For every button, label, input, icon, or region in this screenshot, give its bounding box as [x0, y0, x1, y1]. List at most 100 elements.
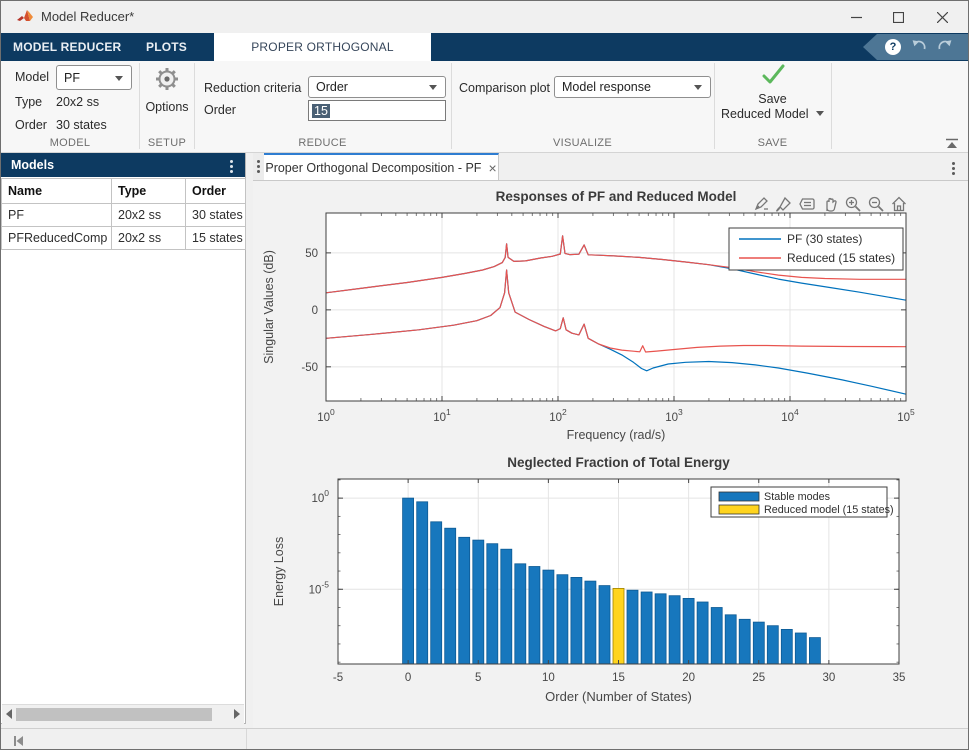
doc-menu-icon[interactable]: [952, 162, 955, 175]
close-button[interactable]: [926, 6, 958, 28]
order-input[interactable]: 15: [308, 100, 446, 121]
title-bar: Model Reducer*: [1, 1, 968, 33]
cell-order: 30 states: [186, 204, 246, 227]
svg-text:Frequency (rad/s): Frequency (rad/s): [567, 428, 666, 442]
models-panel: Models Name Type Order PF 20x2 ss 30 sta…: [1, 153, 246, 724]
models-table-header-row: Name Type Order: [2, 179, 246, 204]
cell-type: 20x2 ss: [112, 204, 186, 227]
table-row[interactable]: PF 20x2 ss 30 states: [2, 204, 246, 227]
svg-text:102: 102: [549, 407, 567, 424]
matlab-logo-icon: [16, 8, 34, 31]
options-button[interactable]: Options: [140, 65, 194, 114]
energy-chart: -50510152025303510010-5Neglected Fractio…: [253, 453, 969, 728]
svg-text:20: 20: [682, 672, 695, 684]
maximize-button[interactable]: [882, 6, 914, 28]
undo-icon[interactable]: [911, 38, 927, 57]
section-label-reduce: REDUCE: [194, 137, 451, 149]
column-header-type[interactable]: Type: [112, 179, 186, 204]
svg-text:35: 35: [893, 672, 906, 684]
document-tab-bar: Proper Orthogonal Decomposition - PF ×: [253, 153, 969, 181]
svg-text:PF (30 states): PF (30 states): [787, 232, 862, 246]
svg-text:Reduced (15 states): Reduced (15 states): [787, 251, 895, 265]
figure-area: 100101102103104105500-50Responses of PF …: [253, 181, 969, 728]
reduction-criteria-value: Order: [316, 80, 348, 94]
statusbar-divider: [246, 729, 247, 750]
comparison-plot-value: Model response: [562, 80, 651, 94]
order-value: 30 states: [56, 118, 107, 132]
document-tab-label: Proper Orthogonal Decomposition - PF: [265, 161, 481, 175]
table-row[interactable]: PFReducedComp 20x2 ss 15 states: [2, 227, 246, 250]
svg-text:30: 30: [822, 672, 835, 684]
scroll-right-icon[interactable]: [234, 709, 240, 719]
svg-text:Order (Number of States): Order (Number of States): [545, 689, 692, 704]
svg-text:100: 100: [311, 488, 329, 505]
pan-icon[interactable]: [820, 194, 840, 214]
zoom-in-icon[interactable]: [843, 194, 863, 214]
svg-text:Reduced model (15 states): Reduced model (15 states): [764, 504, 894, 516]
svg-text:104: 104: [781, 407, 799, 424]
type-label: Type: [15, 95, 42, 109]
svg-text:-5: -5: [333, 672, 343, 684]
tab-proper-orthogonal-decomposition[interactable]: PROPER ORTHOGONAL DECOMPOSITION: [214, 33, 431, 61]
collapse-ribbon-icon[interactable]: [945, 136, 959, 154]
datatips-icon[interactable]: [797, 194, 817, 214]
order-label: Order: [15, 118, 47, 132]
reduce-order-label: Order: [204, 103, 236, 117]
svg-text:-50: -50: [301, 362, 318, 374]
svg-text:105: 105: [897, 407, 915, 424]
svg-text:10: 10: [542, 672, 555, 684]
save-reduced-model-button[interactable]: Save Reduced Model: [715, 63, 830, 122]
svg-text:103: 103: [665, 407, 683, 424]
tab-model-reducer[interactable]: MODEL REDUCER: [13, 33, 121, 61]
svg-text:50: 50: [305, 248, 318, 260]
document-tab[interactable]: Proper Orthogonal Decomposition - PF ×: [264, 153, 499, 180]
export-icon[interactable]: [751, 194, 771, 214]
column-header-order[interactable]: Order: [186, 179, 246, 204]
panel-menu-icon[interactable]: [230, 160, 233, 173]
minimize-button[interactable]: [840, 6, 872, 28]
window-title: Model Reducer*: [41, 9, 134, 24]
svg-text:Responses of PF and Reduced Mo: Responses of PF and Reduced Model: [496, 189, 737, 204]
home-icon[interactable]: [889, 194, 909, 214]
svg-text:0: 0: [312, 305, 318, 317]
help-icon[interactable]: ?: [885, 39, 901, 55]
close-icon[interactable]: ×: [488, 161, 496, 175]
comparison-plot-dropdown[interactable]: Model response: [554, 76, 711, 98]
check-icon: [759, 74, 787, 91]
gear-icon: [153, 80, 181, 97]
scrollbar-thumb[interactable]: [16, 708, 212, 721]
quick-access-bar: ?: [863, 34, 969, 60]
brush-icon[interactable]: [774, 194, 794, 214]
model-label: Model: [15, 70, 49, 84]
models-panel-title: Models: [11, 158, 54, 172]
options-button-label: Options: [140, 100, 194, 114]
section-label-save: SAVE: [714, 137, 831, 149]
svg-text:0: 0: [405, 672, 411, 684]
svg-text:25: 25: [752, 672, 765, 684]
scroll-left-icon[interactable]: [6, 709, 12, 719]
skip-to-start-icon[interactable]: [11, 734, 25, 750]
cell-name[interactable]: PF: [2, 204, 112, 227]
zoom-out-icon[interactable]: [866, 194, 886, 214]
svg-text:Energy Loss: Energy Loss: [272, 537, 286, 606]
tab-plots[interactable]: PLOTS: [146, 33, 187, 61]
svg-text:5: 5: [475, 672, 481, 684]
app-window: Model Reducer* MODEL REDUCER PLOTS PROPE…: [0, 0, 969, 750]
svg-text:100: 100: [317, 407, 335, 424]
svg-text:10-5: 10-5: [309, 579, 330, 596]
model-dropdown[interactable]: PF: [56, 65, 132, 90]
chevron-down-icon: [115, 76, 123, 81]
svg-text:Neglected Fraction of Total En: Neglected Fraction of Total Energy: [507, 455, 730, 470]
reduction-criteria-dropdown[interactable]: Order: [308, 76, 446, 98]
redo-icon[interactable]: [937, 38, 953, 57]
models-table: Name Type Order PF 20x2 ss 30 states PFR…: [1, 178, 246, 250]
horizontal-scrollbar[interactable]: [2, 704, 244, 724]
order-input-value: 15: [312, 104, 330, 118]
responses-chart: 100101102103104105500-50Responses of PF …: [253, 181, 969, 453]
section-label-visualize: VISUALIZE: [451, 137, 714, 149]
model-dropdown-value: PF: [64, 71, 80, 85]
save-button-line2: Reduced Model: [721, 107, 809, 121]
cell-name[interactable]: PFReducedComp: [2, 227, 112, 250]
save-button-line1: Save: [715, 92, 830, 107]
column-header-name[interactable]: Name: [2, 179, 112, 204]
